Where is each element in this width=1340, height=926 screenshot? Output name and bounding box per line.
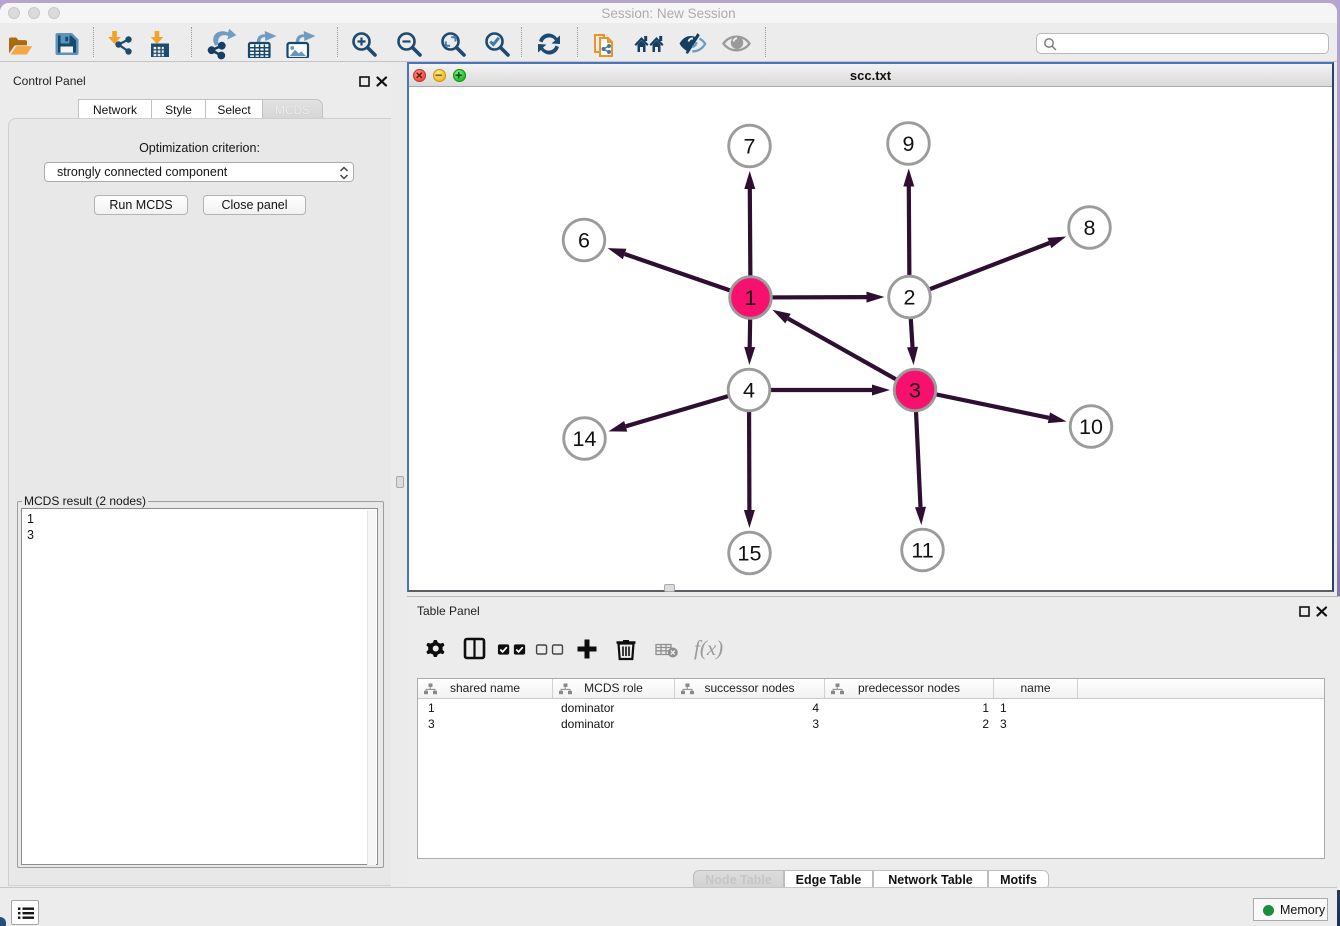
svg-text:10: 10 [1079,415,1103,439]
svg-text:2: 2 [904,286,916,310]
svg-text:14: 14 [573,427,597,451]
svg-text:15: 15 [738,542,762,566]
svg-text:11: 11 [911,539,933,563]
svg-text:4: 4 [743,379,755,403]
svg-text:1: 1 [745,286,757,310]
svg-text:6: 6 [578,229,590,253]
svg-text:9: 9 [903,132,915,156]
svg-text:3: 3 [909,379,921,403]
svg-text:7: 7 [744,135,756,159]
svg-text:8: 8 [1084,216,1096,240]
